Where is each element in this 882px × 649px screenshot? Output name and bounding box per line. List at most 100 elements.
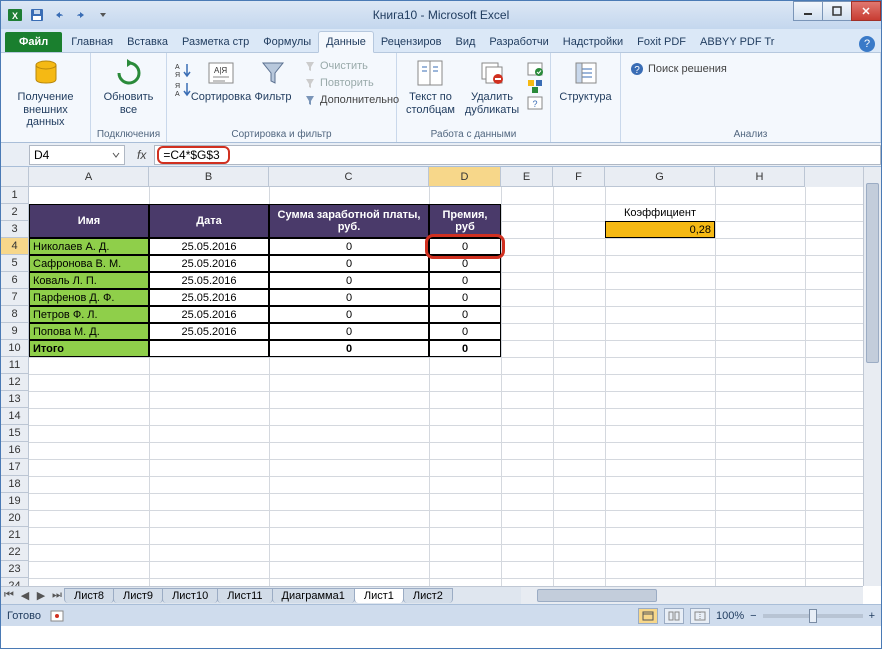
row-header[interactable]: 15: [1, 425, 29, 442]
sheet-tab[interactable]: Лист10: [162, 588, 218, 603]
normal-view-button[interactable]: [638, 608, 658, 624]
external-data-button[interactable]: Получение внешних данных: [7, 55, 84, 131]
minimize-button[interactable]: [793, 1, 823, 21]
tab-data[interactable]: Данные: [318, 31, 374, 53]
horizontal-scrollbar[interactable]: [521, 586, 863, 604]
cell[interactable]: Петров Ф. Л.: [29, 306, 149, 323]
reapply-filter-button[interactable]: Повторить: [301, 75, 401, 91]
cell[interactable]: 25.05.2016: [149, 289, 269, 306]
cell[interactable]: 0: [269, 238, 429, 255]
cell[interactable]: Парфенов Д. Ф.: [29, 289, 149, 306]
select-all-corner[interactable]: [1, 167, 29, 187]
sheet-tab[interactable]: Лист9: [113, 588, 163, 603]
zoom-slider[interactable]: [763, 614, 863, 618]
outline-button[interactable]: Структура: [557, 55, 614, 106]
column-header[interactable]: E: [501, 167, 553, 187]
cell[interactable]: Сафронова В. М.: [29, 255, 149, 272]
row-header[interactable]: 9: [1, 323, 29, 340]
row-header[interactable]: 16: [1, 442, 29, 459]
sheet-tab[interactable]: Лист2: [403, 588, 453, 603]
cell[interactable]: 0: [429, 289, 501, 306]
sheet-tab[interactable]: Лист8: [64, 588, 114, 603]
remove-duplicates-button[interactable]: Удалить дубликаты: [462, 55, 522, 118]
table-header-cell[interactable]: Премия, руб: [429, 204, 501, 238]
sort-az-button[interactable]: АЯ: [173, 61, 193, 79]
sheet-tab[interactable]: Диаграмма1: [272, 588, 355, 603]
qat-dropdown-icon[interactable]: [93, 5, 113, 25]
file-tab[interactable]: Файл: [5, 32, 62, 52]
scroll-thumb[interactable]: [866, 183, 879, 363]
row-header[interactable]: 6: [1, 272, 29, 289]
cell[interactable]: Коэффициент: [605, 204, 715, 221]
data-validation-button[interactable]: [526, 61, 544, 77]
close-button[interactable]: [851, 1, 881, 21]
sheet-nav-first[interactable]: ⏮: [1, 588, 17, 604]
save-icon[interactable]: [27, 5, 47, 25]
cell[interactable]: 0: [269, 323, 429, 340]
whatif-button[interactable]: ?: [526, 95, 544, 111]
cell[interactable]: 0: [429, 255, 501, 272]
cell[interactable]: 0: [429, 272, 501, 289]
cell[interactable]: 0: [429, 238, 501, 255]
scroll-thumb[interactable]: [537, 589, 657, 602]
cell[interactable]: 0: [269, 272, 429, 289]
tab-layout[interactable]: Разметка стр: [175, 32, 256, 52]
solver-button[interactable]: ? Поиск решения: [627, 55, 874, 78]
tab-developer[interactable]: Разработчи: [482, 32, 555, 52]
refresh-all-button[interactable]: Обновить все: [97, 55, 160, 118]
cell[interactable]: 25.05.2016: [149, 255, 269, 272]
vertical-scrollbar[interactable]: [863, 167, 881, 586]
filter-button[interactable]: Фильтр: [249, 55, 297, 106]
cell[interactable]: [149, 340, 269, 357]
row-header[interactable]: 3: [1, 221, 29, 238]
advanced-filter-button[interactable]: Дополнительно: [301, 92, 401, 108]
cell[interactable]: 0: [429, 340, 501, 357]
row-header[interactable]: 8: [1, 306, 29, 323]
cell[interactable]: 25.05.2016: [149, 272, 269, 289]
row-header[interactable]: 20: [1, 510, 29, 527]
page-break-view-button[interactable]: [690, 608, 710, 624]
sheet-tab[interactable]: Лист11: [217, 588, 272, 603]
cell[interactable]: 0: [269, 340, 429, 357]
tab-insert[interactable]: Вставка: [120, 32, 175, 52]
text-to-columns-button[interactable]: Текст по столбцам: [403, 55, 458, 118]
consolidate-button[interactable]: [526, 78, 544, 94]
row-header[interactable]: 2: [1, 204, 29, 221]
cell[interactable]: 0,28: [605, 221, 715, 238]
zoom-in-button[interactable]: +: [869, 610, 875, 622]
cell[interactable]: 0: [269, 255, 429, 272]
cell[interactable]: 0: [429, 306, 501, 323]
cells-area[interactable]: ИмяДатаСумма заработной платы, руб.Преми…: [29, 187, 863, 586]
macro-record-icon[interactable]: [49, 609, 65, 623]
sort-button[interactable]: А|Я Сортировка: [197, 55, 245, 106]
cell[interactable]: 0: [269, 289, 429, 306]
cell[interactable]: Коваль Л. П.: [29, 272, 149, 289]
tab-view[interactable]: Вид: [449, 32, 483, 52]
help-icon[interactable]: ?: [859, 36, 875, 52]
row-header[interactable]: 10: [1, 340, 29, 357]
redo-icon[interactable]: [71, 5, 91, 25]
cell[interactable]: 0: [269, 306, 429, 323]
sheet-nav-last[interactable]: ⏭: [49, 588, 65, 604]
sheet-nav-prev[interactable]: ◀: [17, 588, 33, 604]
cell[interactable]: Итого: [29, 340, 149, 357]
tab-abbyy[interactable]: ABBYY PDF Tr: [693, 32, 781, 52]
row-header[interactable]: 19: [1, 493, 29, 510]
cell[interactable]: 25.05.2016: [149, 323, 269, 340]
table-header-cell[interactable]: Сумма заработной платы, руб.: [269, 204, 429, 238]
row-header[interactable]: 18: [1, 476, 29, 493]
sheet-tab[interactable]: Лист1: [354, 588, 404, 603]
column-header[interactable]: B: [149, 167, 269, 187]
row-header[interactable]: 11: [1, 357, 29, 374]
row-header[interactable]: 23: [1, 561, 29, 578]
row-header[interactable]: 17: [1, 459, 29, 476]
formula-input[interactable]: =C4*$G$3: [154, 145, 881, 165]
tab-review[interactable]: Рецензиров: [374, 32, 449, 52]
zoom-thumb[interactable]: [809, 609, 817, 623]
page-layout-view-button[interactable]: [664, 608, 684, 624]
excel-icon[interactable]: X: [5, 5, 25, 25]
row-header[interactable]: 21: [1, 527, 29, 544]
row-header[interactable]: 12: [1, 374, 29, 391]
fx-icon[interactable]: fx: [129, 148, 154, 162]
cell[interactable]: Николаев А. Д.: [29, 238, 149, 255]
